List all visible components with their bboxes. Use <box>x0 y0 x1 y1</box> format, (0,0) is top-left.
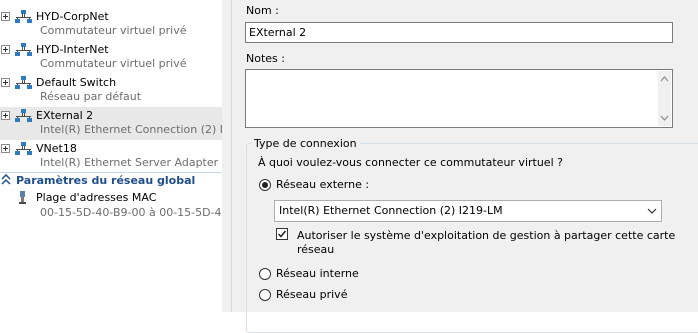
chevron-up-icon[interactable] <box>1 174 11 186</box>
tree-item-subtitle: Intel(R) Ethernet Server Adapter I... <box>40 156 222 169</box>
pane-splitter[interactable] <box>222 0 231 312</box>
tree-item-subtitle: 00-15-5D-40-B9-00 à 00-15-5D-40... <box>40 206 222 219</box>
external-network-label[interactable]: Réseau externe : <box>276 178 369 191</box>
name-label: Nom : <box>246 4 279 17</box>
internal-network-label[interactable]: Réseau interne <box>276 267 359 280</box>
tree-item-external-2[interactable]: EXternal 2 Intel(R) Ethernet Connection … <box>0 107 222 140</box>
network-switch-icon <box>15 76 32 89</box>
tree-item-cut-off <box>0 0 222 2</box>
tree-item-name: EXternal 2 <box>36 109 94 122</box>
tree-item-vnet18[interactable]: VNet18 Intel(R) Ethernet Server Adapter … <box>0 140 222 172</box>
network-switch-icon <box>15 142 32 155</box>
network-switch-icon <box>15 109 32 122</box>
tree-item-name: HYD-CorpNet <box>36 10 109 23</box>
tree-item-subtitle: Commutateur virtuel privé <box>40 57 187 70</box>
tree-item-name: HYD-InterNet <box>36 43 109 56</box>
connection-question: À quoi voulez-vous connecter ce commutat… <box>258 156 563 169</box>
scroll-down-icon[interactable] <box>658 112 671 124</box>
expand-icon[interactable] <box>1 78 10 87</box>
network-switch-icon <box>15 10 32 23</box>
notes-scrollbar[interactable] <box>658 71 671 126</box>
expand-icon[interactable] <box>1 144 10 153</box>
tree-item-subtitle: Intel(R) Ethernet Connection (2) I... <box>40 123 222 136</box>
private-network-label[interactable]: Réseau privé <box>276 288 347 301</box>
virtual-switch-tree: HYD-CorpNet Commutateur virtuel privé HY… <box>0 0 222 312</box>
tree-item-subtitle: Réseau par défaut <box>40 90 142 103</box>
connection-type-legend: Type de connexion <box>251 137 360 150</box>
internal-network-radio[interactable] <box>259 268 271 280</box>
tree-item-hyd-internet[interactable]: HYD-InterNet Commutateur virtuel privé <box>0 41 222 74</box>
tree-item-mac-address-range[interactable]: Plage d'adresses MAC 00-15-5D-40-B9-00 à… <box>0 189 222 222</box>
network-adapter-dropdown[interactable]: Intel(R) Ethernet Connection (2) I219-LM <box>274 200 662 222</box>
checkmark-icon <box>277 230 287 238</box>
global-network-settings-label: Paramètres du réseau global <box>16 174 196 187</box>
tree-item-default-switch[interactable]: Default Switch Réseau par défaut <box>0 74 222 107</box>
notes-label: Notes : <box>246 52 285 65</box>
network-adapter-selected: Intel(R) Ethernet Connection (2) I219-LM <box>279 204 503 217</box>
notes-field[interactable] <box>245 69 673 128</box>
network-switch-icon <box>15 43 32 56</box>
tree-item-name: VNet18 <box>36 142 77 155</box>
tree-item-name: Plage d'adresses MAC <box>36 191 157 204</box>
external-network-radio[interactable] <box>259 179 271 191</box>
tree-item-hyd-corpnet[interactable]: HYD-CorpNet Commutateur virtuel privé <box>0 8 222 41</box>
allow-management-checkbox[interactable] <box>276 228 288 240</box>
expand-icon[interactable] <box>1 111 10 120</box>
tree-item-subtitle: Commutateur virtuel privé <box>40 24 187 37</box>
expand-icon[interactable] <box>1 12 10 21</box>
global-network-settings-header[interactable]: Paramètres du réseau global <box>0 172 222 189</box>
tree-item-name: Default Switch <box>36 76 117 89</box>
chevron-down-icon[interactable] <box>647 207 657 215</box>
name-field[interactable]: EXternal 2 <box>245 22 673 43</box>
mac-address-icon <box>19 191 26 204</box>
private-network-radio[interactable] <box>259 289 271 301</box>
allow-management-label-continued[interactable]: réseau <box>297 243 334 256</box>
allow-management-label[interactable]: Autoriser le système d'exploitation de g… <box>297 229 675 242</box>
expand-icon[interactable] <box>1 45 10 54</box>
scroll-up-icon[interactable] <box>658 73 671 85</box>
